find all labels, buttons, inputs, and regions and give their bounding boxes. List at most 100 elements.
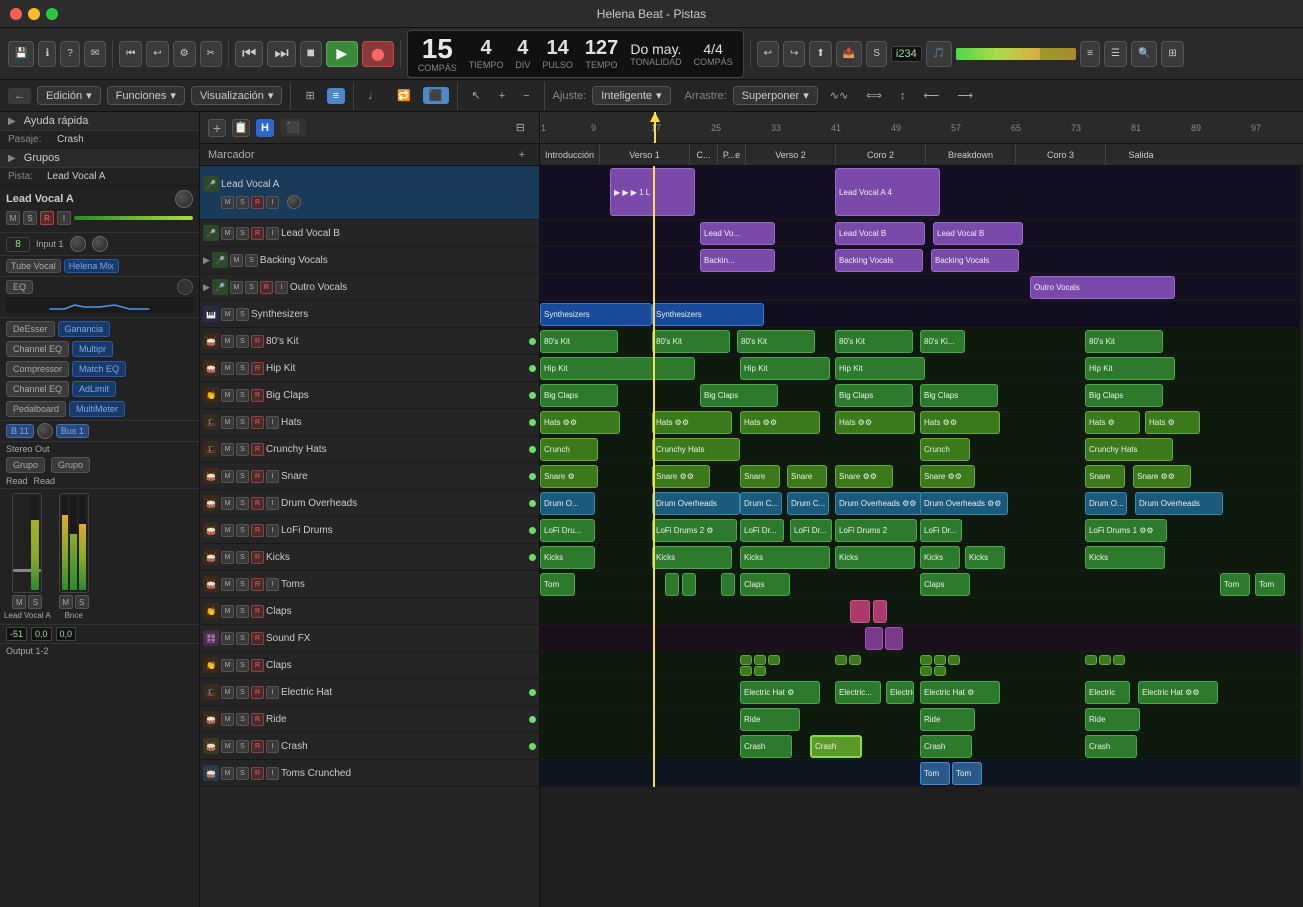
go-start-btn[interactable]: ⏮ <box>235 41 263 67</box>
region-lf-1[interactable]: LoFi Drums 2 ⚙ <box>652 519 737 542</box>
zoom-in-h[interactable]: ⟺ <box>860 87 888 104</box>
r-eh[interactable]: R <box>251 686 264 699</box>
region-lvb-2[interactable]: Lead Vocal B <box>835 222 925 245</box>
save-btn[interactable]: 💾 <box>8 41 34 67</box>
info-btn[interactable]: ℹ <box>38 41 56 67</box>
m-ki[interactable]: M <box>221 551 234 564</box>
vol-val[interactable]: -51 <box>6 627 27 641</box>
region-do-2[interactable]: Drum C... <box>740 492 782 515</box>
r-80s[interactable]: R <box>251 335 264 348</box>
track-header-ride[interactable]: 🥁 M S R Ride <box>200 706 539 733</box>
r-do[interactable]: R <box>251 497 264 510</box>
select-tool[interactable]: ⬛ <box>423 87 449 104</box>
undo2-btn[interactable]: ↩ <box>757 41 779 67</box>
s-cl[interactable]: S <box>236 605 249 618</box>
adlimit-slot[interactable]: AdLimit <box>72 381 116 397</box>
region-eh-4[interactable]: Electric Hat ⚙ <box>920 681 1000 704</box>
i-to[interactable]: I <box>266 578 279 591</box>
record-ready-btn[interactable]: ⬛ <box>280 119 306 136</box>
region-do-3[interactable]: Drum C... <box>787 492 829 515</box>
track-header-lofi-drums[interactable]: 🥁 M S R I LoFi Drums <box>200 517 539 544</box>
r-cr[interactable]: R <box>251 740 264 753</box>
play-button[interactable]: ▶ <box>326 41 358 67</box>
region-ch-2[interactable]: Crunch <box>920 438 970 461</box>
pedalboard-slot[interactable]: Pedalboard <box>6 401 66 417</box>
region-hats-1[interactable]: Hats ⚙⚙ <box>540 411 620 434</box>
region-tc-1[interactable]: Tom <box>920 762 950 785</box>
grupos-section[interactable]: ▶ Grupos <box>0 149 199 168</box>
track-headers-list[interactable]: .th { height:27px;display:flex;align-ite… <box>200 166 540 907</box>
close-button[interactable] <box>10 8 22 20</box>
undo-btn[interactable]: ↩ <box>146 41 168 67</box>
m-hip[interactable]: M <box>221 362 234 375</box>
s-sn[interactable]: S <box>236 470 249 483</box>
bus1-btn[interactable]: Bus 1 <box>56 424 89 438</box>
arrastre-menu[interactable]: Superponer ▾ <box>733 86 818 105</box>
region-do-6[interactable]: Drum O... <box>1085 492 1127 515</box>
num-display[interactable]: i234 <box>891 46 922 62</box>
vol-knob-lva[interactable] <box>287 195 301 209</box>
region-lf-6[interactable]: LoFi Drums 1 ⚙⚙ <box>1085 519 1167 542</box>
m-ch[interactable]: M <box>221 443 234 456</box>
mute-lva[interactable]: M <box>221 196 234 209</box>
zoom-in-v[interactable]: ↕ <box>894 88 912 104</box>
region-cl2-10[interactable] <box>948 655 960 665</box>
region-hats-3[interactable]: Hats ⚙⚙ <box>740 411 820 434</box>
rewind-btn[interactable]: ⏮ <box>119 41 142 67</box>
s-do[interactable]: S <box>236 497 249 510</box>
region-hip-3[interactable]: Hip Kit <box>835 357 925 380</box>
bus-knob[interactable] <box>37 423 53 439</box>
region-ri-1[interactable]: Ride <box>740 708 800 731</box>
region-do-7[interactable]: Drum Overheads <box>1135 492 1223 515</box>
helena-mix-slot[interactable]: Helena Mix <box>64 259 119 273</box>
region-cl2-14[interactable] <box>1099 655 1111 665</box>
r-ri[interactable]: R <box>251 713 264 726</box>
region-sn-1[interactable]: Snare ⚙⚙ <box>652 465 710 488</box>
region-do-5[interactable]: Drum Overheads ⚙⚙ <box>920 492 1008 515</box>
mute-btn[interactable]: M <box>6 211 20 225</box>
track-header-80s-kit[interactable]: 🥁 M S R 80's Kit <box>200 328 539 355</box>
m-hats[interactable]: M <box>221 416 234 429</box>
region-bv-1[interactable]: Backin... <box>700 249 775 272</box>
r-cl2[interactable]: R <box>251 659 264 672</box>
region-hats-2[interactable]: Hats ⚙⚙ <box>652 411 732 434</box>
region-lvb-3[interactable]: Lead Vocal B <box>933 222 1023 245</box>
vol3-val[interactable]: 0,0 <box>56 627 77 641</box>
track-header-sound-fx[interactable]: 🎛 M S R Sound FX <box>200 625 539 652</box>
pointer-tool[interactable]: ↖ <box>466 87 487 104</box>
mute-fader-btn[interactable]: M <box>12 595 26 609</box>
plus-tool[interactable]: + <box>493 88 511 104</box>
region-hats-4[interactable]: Hats ⚙⚙ <box>835 411 915 434</box>
region-sfx-2[interactable] <box>885 627 903 650</box>
track-header-big-claps[interactable]: 👏 M S R Big Claps <box>200 382 539 409</box>
region-cl2-12[interactable] <box>934 666 946 676</box>
region-hats-6[interactable]: Hats ⚙ <box>1085 411 1140 434</box>
r-lvb[interactable]: R <box>251 227 264 240</box>
add-track-btn[interactable]: + <box>208 119 226 137</box>
note-tool[interactable]: ♩ <box>362 88 385 104</box>
m-ri[interactable]: M <box>221 713 234 726</box>
track-header-hip-kit[interactable]: 🥁 M S R Hip Kit <box>200 355 539 382</box>
channel-eq2-slot[interactable]: Channel EQ <box>6 381 69 397</box>
m-to[interactable]: M <box>221 578 234 591</box>
region-ki-6[interactable]: Kicks <box>1085 546 1165 569</box>
r-bc[interactable]: R <box>251 389 264 402</box>
r-cl[interactable]: R <box>251 605 264 618</box>
region-ki-5[interactable]: Kicks <box>965 546 1005 569</box>
region-to-3[interactable] <box>721 573 735 596</box>
region-bv-2[interactable]: Backing Vocals <box>835 249 923 272</box>
i-tc[interactable]: I <box>266 767 279 780</box>
track-header-lead-vocal-b[interactable]: 🎤 M S R I Lead Vocal B <box>200 220 539 247</box>
add-btn[interactable]: ⊞ <box>1161 41 1183 67</box>
r-hip[interactable]: R <box>251 362 264 375</box>
mute-r-btn[interactable]: M <box>59 595 73 609</box>
fast-forward-btn[interactable]: ⏭ <box>267 41 295 67</box>
s-eh[interactable]: S <box>236 686 249 699</box>
arrow-tool[interactable]: ← <box>8 88 31 104</box>
solo-fader-btn[interactable]: S <box>28 595 42 609</box>
region-syn-1[interactable]: Synthesizers <box>540 303 652 326</box>
region-eh-5[interactable]: Electric <box>1085 681 1130 704</box>
region-sn-4[interactable]: Snare ⚙⚙ <box>835 465 893 488</box>
region-bc-5[interactable]: Big Claps <box>1085 384 1163 407</box>
i-do[interactable]: I <box>266 497 279 510</box>
